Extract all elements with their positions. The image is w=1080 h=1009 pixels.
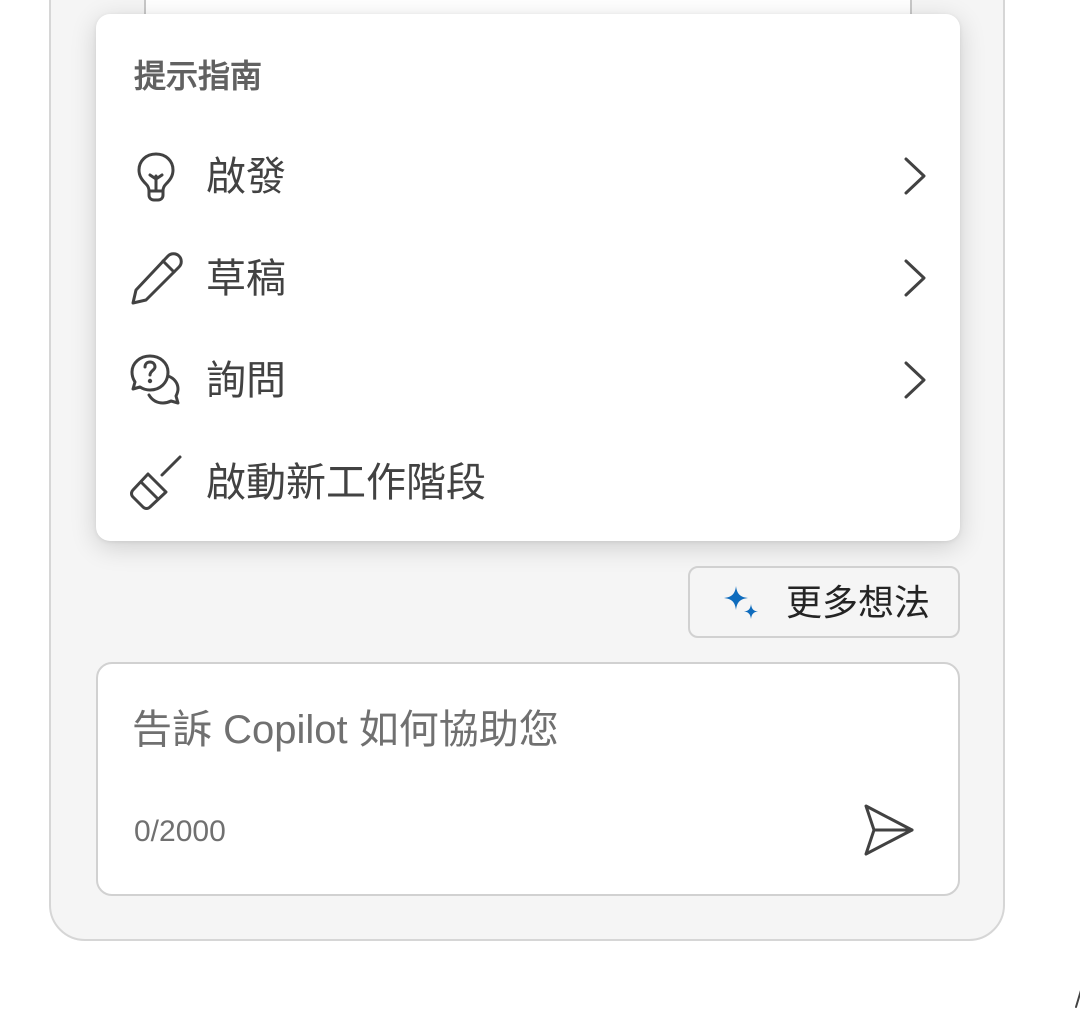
send-icon[interactable] (858, 800, 918, 860)
prompt-input[interactable] (132, 702, 892, 758)
character-counter: 0/2000 (134, 815, 226, 848)
chevron-right-icon (904, 361, 926, 399)
more-ideas-button[interactable]: 更多想法 (688, 566, 960, 638)
menu-item-label: 啟發 (206, 155, 286, 199)
broom-icon (130, 455, 182, 510)
composer: 0/2000 (96, 662, 960, 896)
resize-corner-mark (1075, 990, 1080, 1008)
pencil-icon (131, 252, 183, 305)
chevron-right-icon (904, 259, 926, 297)
menu-item-label: 啟動新工作階段 (206, 461, 486, 505)
menu-item-label: 草稿 (206, 257, 286, 301)
more-ideas-label: 更多想法 (786, 582, 931, 623)
menu-item-ask[interactable]: 詢問 (96, 334, 960, 426)
sparkle-icon (724, 586, 758, 619)
prompt-guide-menu: 提示指南 啟發 草稿 詢問 啟動新工作階段 (96, 14, 960, 541)
menu-item-draft[interactable]: 草稿 (96, 232, 960, 324)
menu-item-label: 詢問 (206, 359, 286, 403)
lightbulb-icon (137, 152, 175, 202)
chevron-right-icon (904, 157, 926, 195)
menu-item-new-session[interactable]: 啟動新工作階段 (96, 436, 960, 528)
menu-header: 提示指南 (134, 58, 263, 94)
chat-question-icon (130, 354, 180, 405)
menu-item-inspire[interactable]: 啟發 (96, 130, 960, 222)
